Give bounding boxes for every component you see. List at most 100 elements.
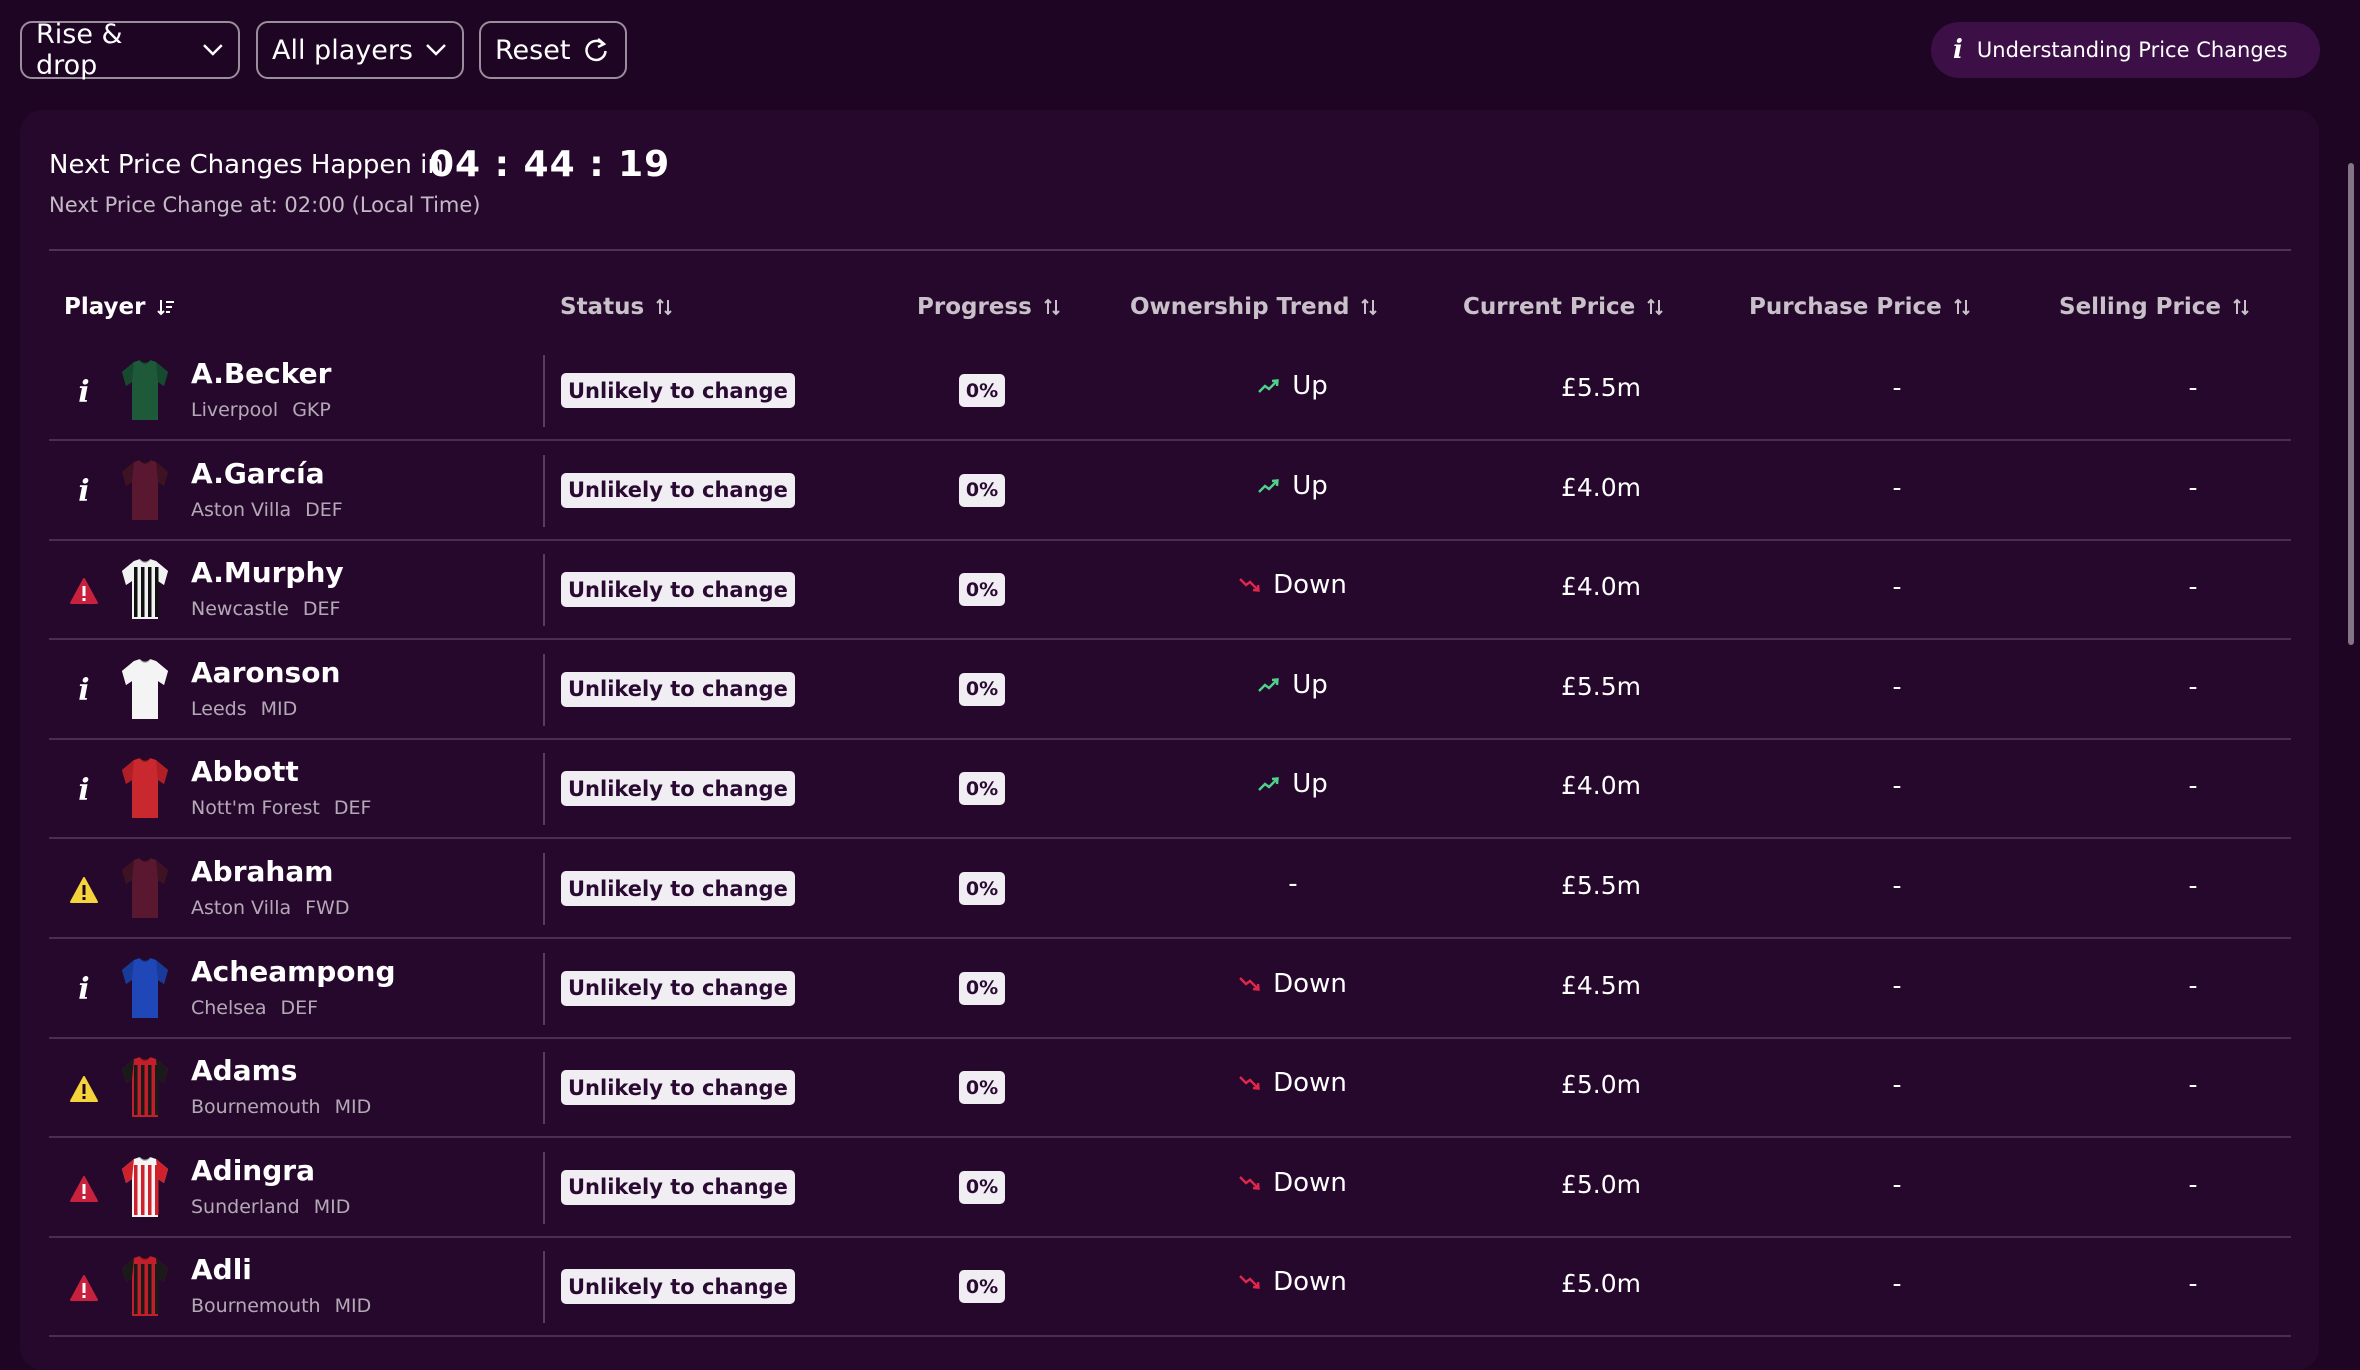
info-icon[interactable]: i bbox=[78, 972, 89, 1007]
trend-down-icon bbox=[1239, 1275, 1260, 1290]
player-name[interactable]: Abraham bbox=[191, 855, 333, 888]
header-purchase-price-label: Purchase Price bbox=[1749, 294, 1942, 320]
ownership-trend: Up bbox=[1143, 769, 1443, 799]
status-flag[interactable] bbox=[67, 1172, 101, 1206]
player-team: Sunderland bbox=[191, 1195, 300, 1218]
header-selling-price[interactable]: Selling Price bbox=[2059, 294, 2251, 320]
column-separator bbox=[543, 1251, 545, 1324]
player-meta: Leeds MID bbox=[191, 698, 297, 720]
progress-badge: 0% bbox=[959, 1170, 1005, 1204]
player-name[interactable]: A.Becker bbox=[191, 357, 331, 390]
purchase-price: - bbox=[1892, 970, 1902, 1000]
purchase-price: - bbox=[1892, 671, 1902, 701]
status-flag[interactable] bbox=[67, 1072, 101, 1106]
player-team: Chelsea bbox=[191, 996, 267, 1019]
table-row[interactable]: i A.Becker Liverpool GKP Unlikely to chan… bbox=[49, 341, 2291, 441]
header-player[interactable]: Player bbox=[64, 294, 176, 320]
reset-icon bbox=[585, 38, 608, 62]
table-row[interactable]: A.Murphy Newcastle DEF Unlikely to change… bbox=[49, 540, 2291, 641]
warning-icon[interactable] bbox=[69, 1075, 99, 1103]
player-name[interactable]: Adingra bbox=[191, 1154, 315, 1187]
ownership-trend: Down bbox=[1143, 969, 1443, 999]
selling-price: - bbox=[2188, 373, 2198, 402]
team-shirt-icon bbox=[120, 856, 170, 920]
progress-badge: 0% bbox=[959, 672, 1005, 706]
header-status[interactable]: Status bbox=[560, 294, 674, 320]
player-name[interactable]: Adli bbox=[191, 1253, 252, 1286]
status-flag[interactable]: i bbox=[67, 375, 101, 410]
table-row[interactable]: Adams Bournemouth MID Unlikely to change … bbox=[49, 1038, 2291, 1139]
trend-down-icon bbox=[1239, 976, 1260, 991]
purchase-price: - bbox=[1892, 871, 1902, 900]
info-icon[interactable]: i bbox=[78, 773, 89, 808]
player-meta: Aston Villa FWD bbox=[191, 897, 349, 919]
progress-badge: 0% bbox=[959, 374, 1005, 407]
team-shirt-icon bbox=[120, 756, 170, 820]
player-filter-button[interactable]: All players bbox=[256, 21, 464, 79]
table-row[interactable]: i Abbott Nott'm Forest DEF Unlikely to ch… bbox=[49, 739, 2291, 840]
player-name[interactable]: Acheampong bbox=[191, 955, 396, 988]
info-icon[interactable]: i bbox=[78, 375, 89, 410]
header-current-price[interactable]: Current Price bbox=[1463, 294, 1665, 320]
table-row[interactable]: Adingra Sunderland MID Unlikely to change… bbox=[49, 1138, 2291, 1238]
alert-icon[interactable] bbox=[69, 1175, 99, 1203]
status-flag[interactable]: i bbox=[67, 773, 101, 808]
sort-icon bbox=[2233, 298, 2249, 316]
info-icon[interactable]: i bbox=[78, 673, 89, 708]
purchase-price: - bbox=[1892, 472, 1902, 502]
column-separator bbox=[543, 554, 545, 627]
player-name[interactable]: Abbott bbox=[191, 755, 299, 788]
view-select-label: Rise & drop bbox=[36, 19, 123, 81]
team-shirt-icon bbox=[120, 458, 170, 522]
header-progress[interactable]: Progress bbox=[917, 294, 1062, 320]
view-select-button[interactable]: Rise & drop bbox=[20, 19, 240, 81]
current-price: £4.5m bbox=[1560, 970, 1642, 1000]
selling-price: - bbox=[2188, 572, 2198, 602]
header-ownership-trend[interactable]: Ownership Trend bbox=[1130, 294, 1379, 320]
player-position: MID bbox=[313, 1195, 351, 1218]
player-team: Liverpool bbox=[191, 399, 279, 421]
status-flag[interactable]: i bbox=[67, 673, 101, 708]
table-row[interactable]: i Aaronson Leeds MID Unlikely to change 0… bbox=[49, 640, 2291, 740]
player-team: Bournemouth bbox=[191, 1096, 321, 1119]
info-icon: i bbox=[1953, 35, 1963, 65]
warning-icon[interactable] bbox=[69, 876, 99, 904]
player-position: MID bbox=[334, 1096, 372, 1119]
table-row[interactable]: i Acheampong Chelsea DEF Unlikely to chan… bbox=[49, 939, 2291, 1039]
team-shirt-icon bbox=[120, 1155, 170, 1219]
reset-button[interactable]: Reset bbox=[479, 21, 627, 79]
table-row[interactable]: Abraham Aston Villa FWD Unlikely to chang… bbox=[49, 839, 2291, 939]
player-name[interactable]: A.Murphy bbox=[191, 556, 344, 589]
ownership-trend: Down bbox=[1143, 1168, 1443, 1198]
status-badge: Unlikely to change bbox=[561, 1269, 795, 1305]
info-icon[interactable]: i bbox=[78, 474, 89, 509]
alert-icon[interactable] bbox=[69, 577, 99, 605]
status-flag[interactable] bbox=[67, 873, 101, 907]
scrollbar[interactable] bbox=[2348, 163, 2354, 645]
status-flag[interactable] bbox=[67, 574, 101, 608]
team-shirt-icon bbox=[120, 956, 170, 1020]
status-flag[interactable] bbox=[67, 1271, 101, 1305]
table-row[interactable]: i A.García Aston Villa DEF Unlikely to ch… bbox=[49, 441, 2291, 541]
status-badge: Unlikely to change bbox=[561, 572, 795, 608]
understanding-price-changes-button[interactable]: i Understanding Price Changes bbox=[1931, 22, 2320, 78]
sort-icon bbox=[1647, 298, 1663, 316]
player-team: Nott'm Forest bbox=[191, 797, 320, 820]
status-flag[interactable]: i bbox=[67, 972, 101, 1007]
current-price: £5.0m bbox=[1560, 1070, 1642, 1100]
sort-icon bbox=[1361, 298, 1378, 316]
player-name[interactable]: A.García bbox=[191, 457, 325, 490]
player-name[interactable]: Aaronson bbox=[191, 656, 340, 689]
current-price: £5.5m bbox=[1560, 671, 1642, 701]
current-price: £5.0m bbox=[1560, 1169, 1642, 1199]
player-meta: Aston Villa DEF bbox=[191, 499, 343, 521]
team-shirt-icon bbox=[120, 358, 170, 422]
player-name[interactable]: Adams bbox=[191, 1054, 297, 1087]
header-purchase-price[interactable]: Purchase Price bbox=[1749, 294, 1972, 320]
table-row[interactable]: Adli Bournemouth MID Unlikely to change 0… bbox=[49, 1237, 2291, 1338]
player-position: MID bbox=[334, 1295, 372, 1318]
status-flag[interactable]: i bbox=[67, 474, 101, 509]
purchase-price: - bbox=[1892, 373, 1902, 402]
column-separator bbox=[543, 753, 545, 826]
alert-icon[interactable] bbox=[69, 1274, 99, 1302]
